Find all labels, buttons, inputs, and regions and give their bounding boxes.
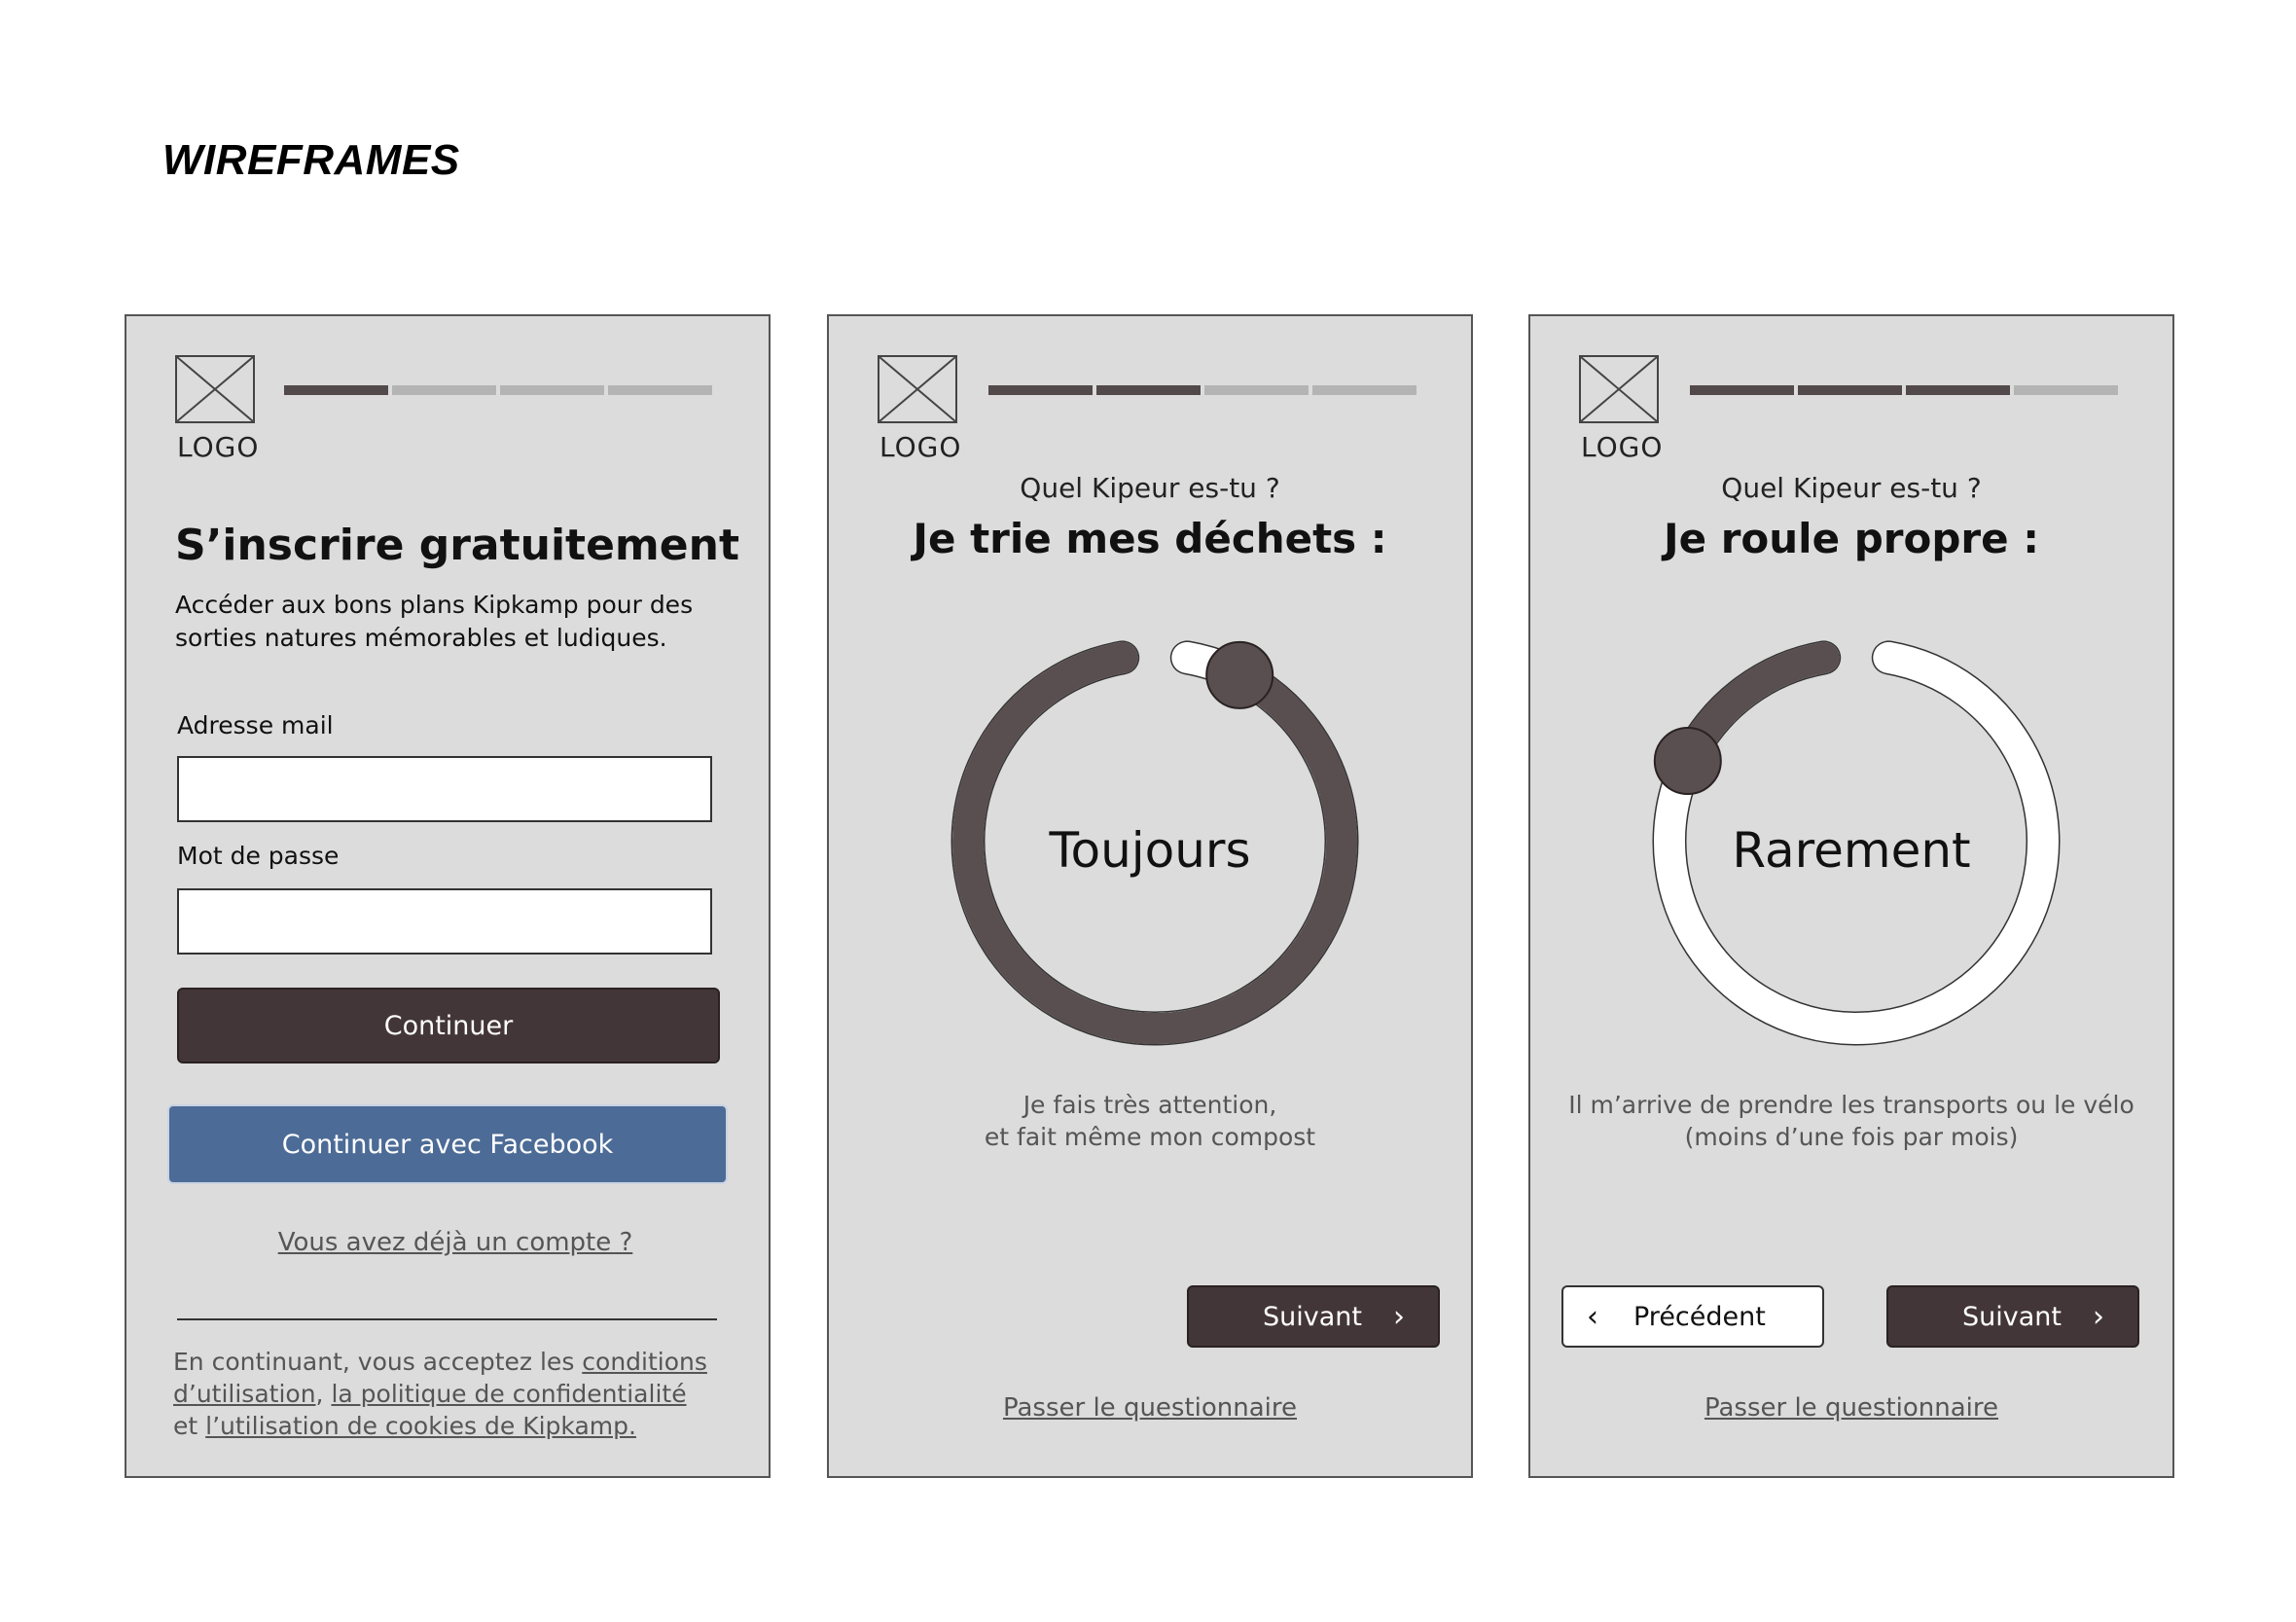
progress-step-done (988, 385, 1093, 395)
question-headline: Je trie mes déchets : (913, 515, 1387, 562)
progress-step-todo (1312, 385, 1417, 395)
signup-title: S’inscrire gratuitement (175, 521, 739, 570)
progress-step-done (1690, 385, 1794, 395)
dial-value-label: Rarement (1732, 822, 1971, 879)
caption-line-1: Je fais très attention, (1022, 1091, 1277, 1119)
answer-caption: Il m’arrive de prendre les transports ou… (1530, 1089, 2172, 1153)
answer-caption: Je fais très attention, et fait même mon… (829, 1089, 1471, 1153)
progress-step-done (284, 385, 388, 395)
logo-placeholder-icon (175, 355, 255, 423)
facebook-button[interactable]: Continuer avec Facebook (167, 1104, 728, 1184)
progress-step-todo (2014, 385, 2118, 395)
password-field[interactable] (177, 888, 712, 955)
legal-and: et (173, 1412, 206, 1440)
caption-line-2: (moins d’une fois par mois) (1684, 1123, 2019, 1151)
dial-value-label: Toujours (1049, 822, 1251, 879)
continue-button[interactable]: Continuer (177, 988, 720, 1063)
progress-bar (988, 385, 1417, 395)
divider (177, 1318, 717, 1320)
legal-notice: En continuant, vous acceptez les conditi… (173, 1346, 718, 1442)
signup-screen: LOGO S’inscrire gratuitement Accéder aux… (125, 314, 771, 1478)
question-headline: Je roule propre : (1663, 515, 2040, 562)
chevron-right-icon: › (2093, 1299, 2104, 1334)
password-label: Mot de passe (177, 842, 340, 870)
progress-step-todo (500, 385, 604, 395)
next-button[interactable]: Suivant › (1187, 1285, 1440, 1348)
logo-label: LOGO (879, 431, 962, 463)
question-label: Quel Kipeur es-tu ? (1721, 472, 1982, 504)
logo-placeholder-icon (1579, 355, 1659, 423)
progress-step-done (1096, 385, 1201, 395)
skip-link[interactable]: Passer le questionnaire (829, 1393, 1471, 1423)
legal-separator: , (315, 1380, 332, 1408)
progress-step-todo (608, 385, 712, 395)
page-title: WIREFRAMES (162, 136, 460, 184)
logo-label: LOGO (1581, 431, 1664, 463)
privacy-link[interactable]: la politique de confidentialité (331, 1380, 686, 1408)
question-label: Quel Kipeur es-tu ? (1020, 472, 1280, 504)
question-screen-transport: LOGO Quel Kipeur es-tu ? Je roule propre… (1528, 314, 2174, 1478)
caption-line-2: et fait même mon compost (984, 1123, 1316, 1151)
caption-line-1: Il m’arrive de prendre les transports ou… (1568, 1091, 2135, 1119)
previous-button[interactable]: ‹ Précédent (1561, 1285, 1824, 1348)
dial-handle[interactable] (1653, 727, 1722, 795)
progress-step-todo (392, 385, 496, 395)
previous-label: Précédent (1633, 1301, 1766, 1332)
progress-step-done (1798, 385, 1902, 395)
next-button[interactable]: Suivant › (1886, 1285, 2139, 1348)
signup-description: Accéder aux bons plans Kipkamp pour des … (175, 591, 694, 652)
next-label: Suivant (1962, 1301, 2062, 1332)
legal-prefix: En continuant, vous acceptez les (173, 1348, 583, 1376)
question-screen-waste: LOGO Quel Kipeur es-tu ? Je trie mes déc… (827, 314, 1473, 1478)
skip-link[interactable]: Passer le questionnaire (1530, 1393, 2172, 1423)
next-label: Suivant (1263, 1301, 1362, 1332)
chevron-right-icon: › (1393, 1299, 1405, 1334)
email-field[interactable] (177, 756, 712, 822)
logo-placeholder-icon (878, 355, 957, 423)
cookies-link[interactable]: l’utilisation de cookies de Kipkamp. (205, 1412, 636, 1440)
dial-handle[interactable] (1205, 640, 1274, 709)
chevron-left-icon: ‹ (1587, 1299, 1598, 1334)
login-link[interactable]: Vous avez déjà un compte ? (134, 1228, 776, 1257)
email-label: Adresse mail (177, 711, 334, 739)
progress-bar (1690, 385, 2118, 395)
progress-bar (284, 385, 712, 395)
progress-step-todo (1204, 385, 1309, 395)
progress-step-done (1906, 385, 2010, 395)
logo-label: LOGO (177, 431, 260, 463)
